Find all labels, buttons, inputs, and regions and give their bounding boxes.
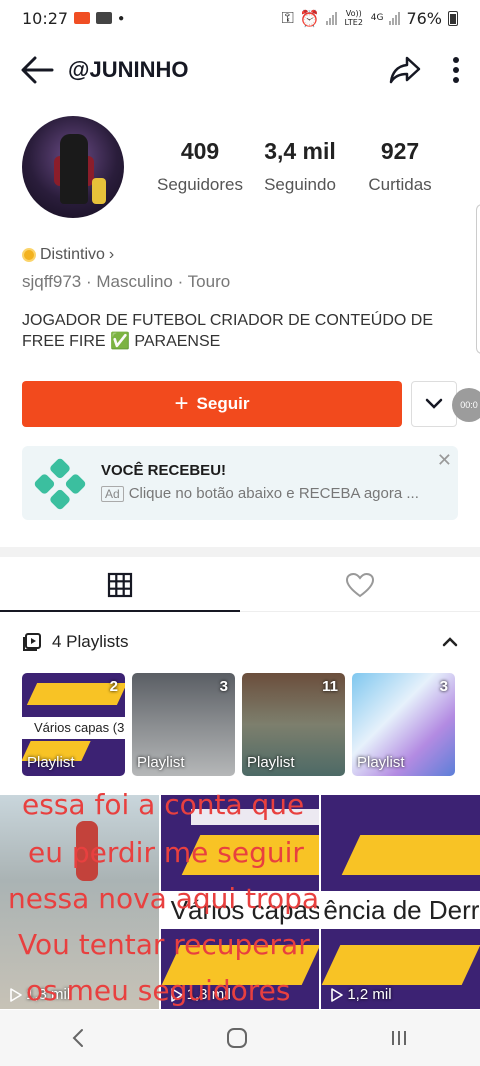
- stat-label: Curtidas: [368, 175, 432, 194]
- playlist-card[interactable]: 11 Playlist: [242, 673, 345, 776]
- back-arrow-icon[interactable]: [20, 56, 54, 84]
- ad-logo-icon: [34, 458, 86, 510]
- video-views-count: 1,3 mil: [26, 986, 71, 1003]
- grid-icon: [107, 572, 133, 597]
- close-icon[interactable]: ✕: [437, 450, 452, 471]
- playlist-card[interactable]: Vários capas (3 2 Playlist: [22, 673, 125, 776]
- playlist-count: 3: [439, 678, 448, 695]
- playlist-row: Vários capas (3 2 Playlist 3 Playlist 11…: [22, 673, 455, 776]
- stat-followers[interactable]: 409 Seguidores: [150, 138, 250, 195]
- alarm-icon: ⏰: [299, 8, 320, 28]
- stat-label: Seguindo: [264, 175, 336, 194]
- video-thumbnail[interactable]: 1,3 mil: [0, 795, 159, 1009]
- status-time: 10:27: [22, 8, 69, 28]
- section-divider: [0, 547, 480, 557]
- playlists-toggle[interactable]: 4 Playlists: [22, 628, 458, 656]
- share-icon[interactable]: [388, 55, 422, 85]
- key-icon: ⚿: [281, 8, 294, 27]
- play-icon: [10, 987, 22, 1002]
- video-thumbnail[interactable]: Vários capas 1,3 mil: [160, 795, 320, 1009]
- video-notification-icon: [74, 12, 91, 24]
- profile-stats: 409 Seguidores 3,4 mil Seguindo 927 Curt…: [150, 138, 450, 195]
- more-vertical-icon[interactable]: [452, 56, 460, 84]
- follow-button[interactable]: + Seguir: [22, 381, 402, 427]
- tab-liked[interactable]: [240, 558, 480, 611]
- video-views-count: 1,3 mil: [186, 986, 231, 1003]
- avatar[interactable]: [22, 116, 124, 218]
- profile-header: @JUNINHO: [0, 44, 480, 96]
- ad-description-row: Ad Clique no botão abaixo e RECEBA agora…: [101, 485, 419, 502]
- stat-likes[interactable]: 927 Curtidas: [350, 138, 450, 195]
- badge-link[interactable]: Distintivo ›: [22, 246, 114, 264]
- battery-icon: [448, 10, 458, 26]
- playlist-cover-text: Vários capas (3: [22, 717, 125, 739]
- playlist-count: 3: [219, 678, 228, 695]
- content-tabs: [0, 558, 480, 612]
- tab-videos[interactable]: [0, 558, 240, 612]
- profile-meta: sjqff973 · Masculino · Touro: [22, 272, 231, 291]
- floating-recorder-bubble[interactable]: 00:0: [452, 388, 480, 422]
- chevron-up-icon: [442, 637, 458, 647]
- lte-label: Vo)) LTE2: [344, 9, 363, 27]
- stat-following[interactable]: 3,4 mil Seguindo: [250, 138, 350, 195]
- stat-value: 927: [380, 138, 420, 164]
- nav-home-icon[interactable]: [226, 1027, 248, 1049]
- suggested-accounts-button[interactable]: [411, 381, 457, 427]
- dot-icon: ●: [118, 12, 125, 24]
- play-icon: [170, 987, 183, 1002]
- video-views: 1,3 mil: [169, 986, 231, 1003]
- network-label: 4G: [370, 13, 384, 23]
- ad-description: Clique no botão abaixo e RECEBA agora ..…: [128, 485, 419, 502]
- ad-banner[interactable]: VOCÊ RECEBEU! Ad Clique no botão abaixo …: [22, 446, 458, 520]
- playlist-icon: [23, 633, 41, 651]
- chevron-down-icon: [425, 398, 443, 409]
- status-bar: 10:27 ● ⚿ ⏰ Vo)) LTE2 4G 76%: [0, 0, 480, 36]
- chevron-right-icon: ›: [108, 246, 115, 263]
- profile-username: @JUNINHO: [68, 57, 189, 82]
- follow-label: Seguir: [196, 394, 250, 413]
- playlist-label: Playlist: [247, 754, 295, 771]
- playlist-card[interactable]: 3 Playlist: [352, 673, 455, 776]
- play-icon: [331, 987, 344, 1002]
- ad-title: VOCÊ RECEBEU!: [101, 462, 227, 479]
- side-panel-handle[interactable]: [476, 204, 480, 354]
- bio-line: FREE FIRE ✅ PARAENSE: [22, 333, 221, 350]
- stat-value: 3,4 mil: [264, 138, 336, 164]
- playlist-label: Playlist: [357, 754, 405, 771]
- video-grid: 1,3 mil Vários capas 1,3 mil ência de De…: [0, 795, 480, 1009]
- playlist-label: Playlist: [27, 754, 75, 771]
- ad-tag: Ad: [101, 485, 124, 502]
- video-cover-text: ência de Derrub: [321, 891, 480, 929]
- video-thumbnail[interactable]: ência de Derrub 1,2 mil: [321, 795, 480, 1009]
- profile-bio: JOGADOR DE FUTEBOL CRIADOR DE CONTEÚDO D…: [22, 310, 452, 352]
- stat-label: Seguidores: [156, 175, 243, 194]
- badge-icon: [22, 248, 36, 262]
- playlist-card[interactable]: 3 Playlist: [132, 673, 235, 776]
- stat-value: 409: [180, 138, 220, 164]
- video-cover-text: Vários capas: [160, 891, 319, 929]
- bio-line: JOGADOR DE FUTEBOL CRIADOR DE CONTEÚDO D…: [22, 312, 433, 329]
- playlist-label: Playlist: [137, 754, 185, 771]
- nav-recents-icon[interactable]: [389, 1029, 409, 1047]
- system-nav-bar: [0, 1010, 480, 1066]
- nav-back-icon[interactable]: [71, 1028, 85, 1048]
- video-views: 1,3 mil: [8, 986, 70, 1003]
- battery-percent: 76%: [406, 8, 442, 28]
- video-views-count: 1,2 mil: [347, 986, 392, 1003]
- signal-icon: [325, 11, 337, 25]
- playlist-count: 2: [109, 678, 118, 695]
- signal-icon-2: [389, 11, 401, 25]
- cloud-notification-icon: [96, 12, 113, 24]
- heart-icon: [345, 572, 375, 597]
- playlists-title: 4 Playlists: [52, 632, 129, 651]
- badge-label: Distintivo: [40, 246, 105, 263]
- video-views: 1,2 mil: [329, 986, 392, 1003]
- playlist-count: 11: [322, 678, 338, 695]
- plus-icon: +: [174, 390, 189, 417]
